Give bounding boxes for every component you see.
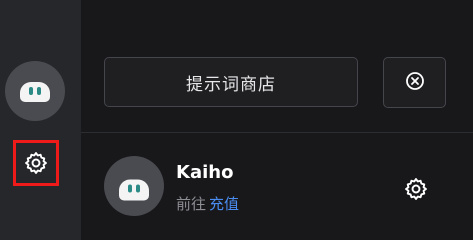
recharge-line: 前往 充值 <box>176 193 239 214</box>
robot-eye-left <box>29 87 33 95</box>
sidebar <box>0 0 81 240</box>
sidebar-settings-button[interactable] <box>13 140 59 186</box>
close-circle-icon <box>405 71 425 95</box>
robot-eye-left <box>128 184 132 193</box>
sidebar-avatar[interactable] <box>5 61 65 121</box>
recharge-link[interactable]: 充值 <box>209 195 239 213</box>
profile-avatar[interactable] <box>104 156 164 216</box>
prompt-store-label: 提示词商店 <box>186 74 276 95</box>
app-window: 提示词商店 Kaiho 前往 充值 <box>0 0 473 240</box>
robot-avatar-icon <box>20 82 50 102</box>
gear-icon <box>403 176 429 202</box>
section-divider <box>81 132 473 133</box>
prompt-store-button[interactable]: 提示词商店 <box>104 57 358 107</box>
go-to-text: 前往 <box>176 195 207 213</box>
robot-avatar-icon <box>119 179 149 201</box>
gear-icon <box>23 150 49 176</box>
close-button[interactable] <box>383 57 446 108</box>
robot-eye-right <box>136 184 140 193</box>
robot-eye-right <box>37 87 41 95</box>
profile-settings-button[interactable] <box>401 174 431 204</box>
main-panel: 提示词商店 Kaiho 前往 充值 <box>81 0 473 240</box>
username: Kaiho <box>176 162 234 183</box>
